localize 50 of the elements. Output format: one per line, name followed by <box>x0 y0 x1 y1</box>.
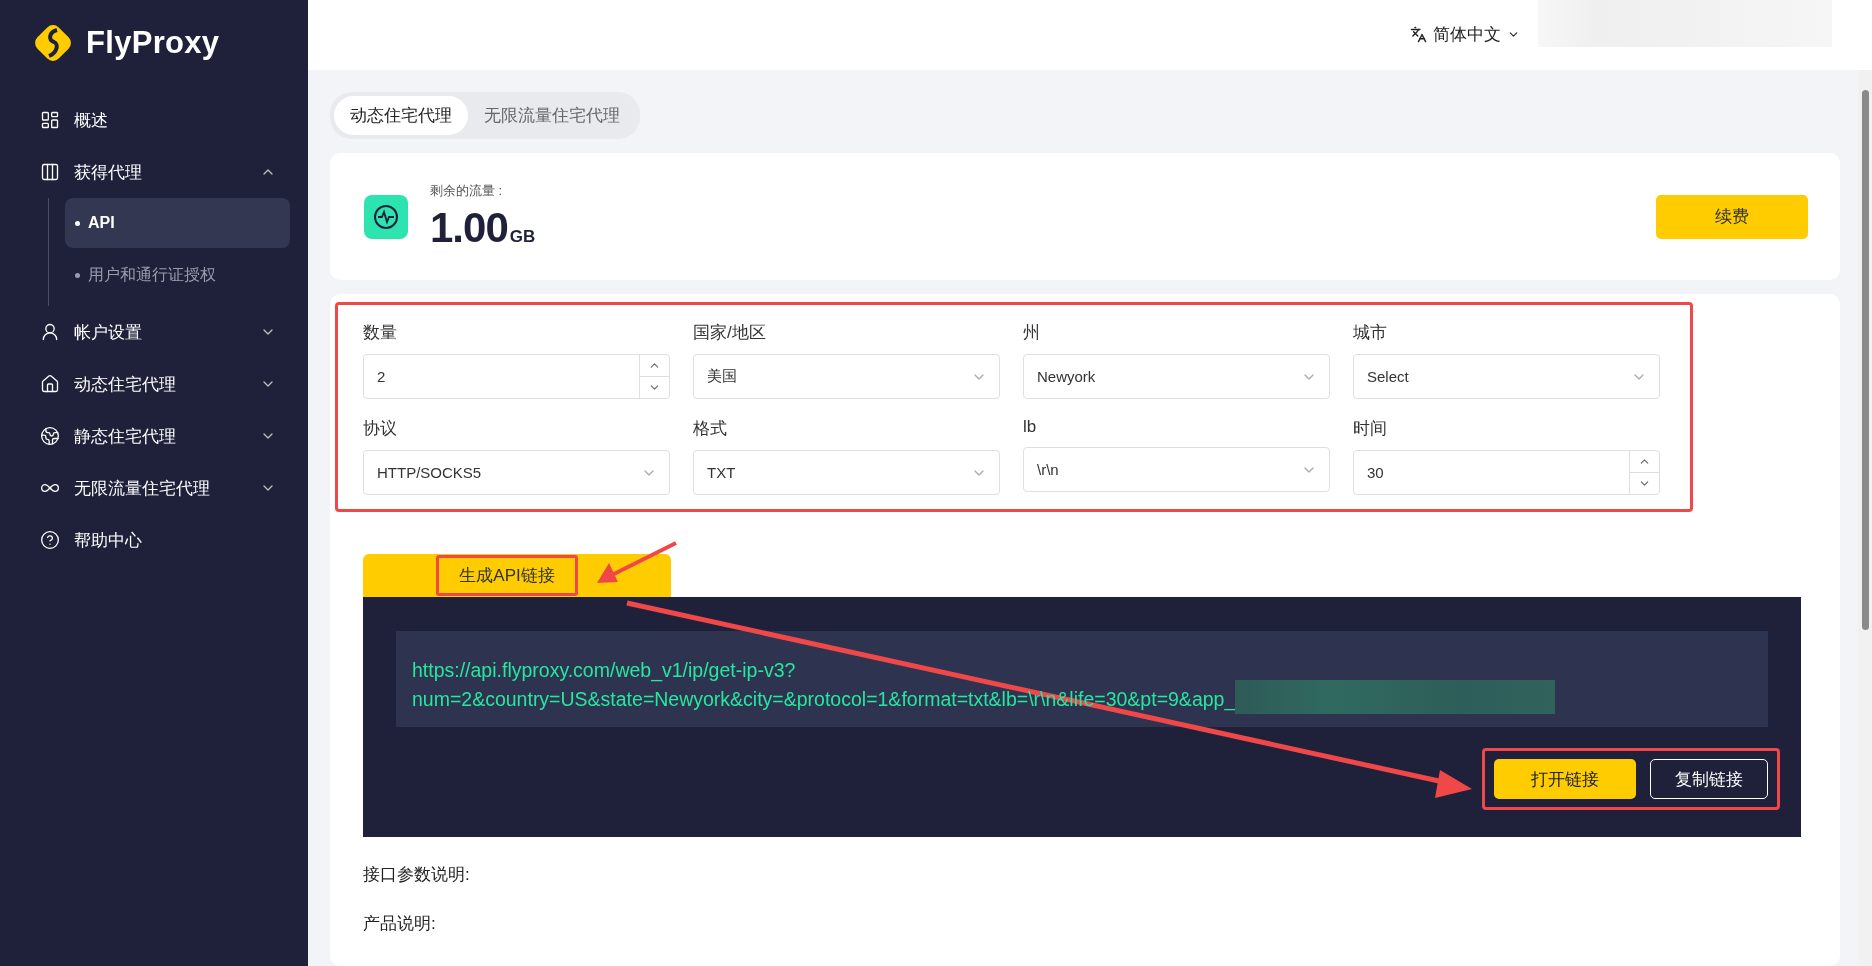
number-input[interactable]: 30 <box>1353 450 1660 495</box>
menu-item[interactable]: 获得代理 <box>30 146 290 198</box>
field-label: 国家/地区 <box>693 322 767 344</box>
menu-icon <box>40 162 60 182</box>
field-label: 格式 <box>693 418 728 440</box>
field-label: 州 <box>1023 322 1041 344</box>
renew-button[interactable]: 续费 <box>1656 194 1808 239</box>
copy-link-button[interactable]: 复制链接 <box>1650 759 1768 799</box>
menu-icon <box>40 426 60 446</box>
submenu-item[interactable]: 用户和通行证授权 <box>65 250 290 300</box>
balance-value: 1.00 <box>430 203 508 252</box>
bullet-icon <box>75 272 80 278</box>
select-field[interactable]: HTTP/SOCKS5 <box>363 450 670 495</box>
tab[interactable]: 无限流量住宅代理 <box>468 96 636 135</box>
tab[interactable]: 动态住宅代理 <box>334 96 468 135</box>
menu-item[interactable]: 帐户设置 <box>30 306 290 358</box>
menu-item[interactable]: 动态住宅代理 <box>30 358 290 410</box>
open-link-button[interactable]: 打开链接 <box>1494 759 1636 799</box>
section-heading: 产品说明: <box>363 913 437 935</box>
select-field[interactable]: Select <box>1353 354 1660 399</box>
field-label: 数量 <box>363 322 398 344</box>
field-label: 协议 <box>363 418 398 440</box>
select-field[interactable]: Newyork <box>1023 354 1330 399</box>
menu-icon <box>40 374 60 394</box>
activity-icon <box>364 194 408 239</box>
translate-icon <box>1410 25 1427 43</box>
menu-item[interactable]: 概述 <box>30 94 290 146</box>
bullet-icon <box>75 220 80 226</box>
logo-text: FlyProxy <box>86 25 220 61</box>
field-label: 时间 <box>1353 418 1388 440</box>
select-field[interactable]: \r\n <box>1023 447 1330 492</box>
number-input[interactable]: 2 <box>363 354 670 399</box>
menu-icon <box>40 530 60 550</box>
menu-item[interactable]: 帮助中心 <box>30 514 290 566</box>
url-text: https://api.flyproxy.com/web_v1/ip/get-ip-v3? <box>412 658 796 684</box>
menu-item[interactable]: 静态住宅代理 <box>30 410 290 462</box>
field-label: 城市 <box>1353 322 1388 344</box>
balance-unit: GB <box>509 226 536 247</box>
balance-label: 剩余的流量 : <box>430 181 504 200</box>
section-heading: 接口参数说明: <box>363 864 471 886</box>
field-label: lb <box>1023 417 1038 437</box>
select-field[interactable]: 美国 <box>693 354 1000 399</box>
menu-item[interactable]: 无限流量住宅代理 <box>30 462 290 514</box>
scrollbar[interactable] <box>1858 70 1872 966</box>
language-selector[interactable]: 简体中文 <box>1410 22 1520 46</box>
menu-icon <box>40 110 60 130</box>
menu-icon <box>40 322 60 342</box>
select-field[interactable]: TXT <box>693 450 1000 495</box>
generate-link-button[interactable]: 生成API链接 <box>363 554 671 597</box>
submenu-item[interactable]: API <box>65 198 290 248</box>
